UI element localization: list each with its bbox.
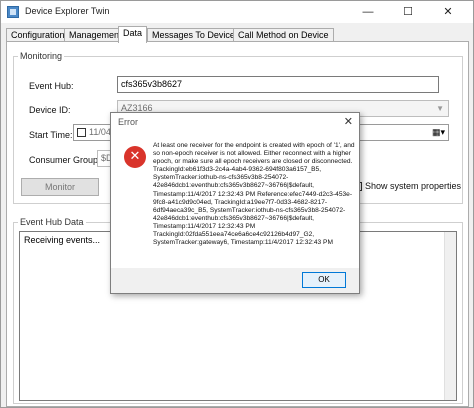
tab-call-method-on-device[interactable]: Call Method on Device [233, 28, 334, 42]
start-time-label: Start Time: [29, 130, 73, 140]
error-icon: ✕ [124, 146, 146, 168]
maximize-button[interactable]: ☐ [393, 1, 423, 23]
title-bar: Device Explorer Twin — ☐ ✕ [1, 1, 473, 23]
error-dialog: Error ✕ ✕ At least one receiver for the … [110, 112, 360, 294]
calendar-icon[interactable]: ▦▾ [432, 125, 445, 140]
event-output-text: Receiving events... [24, 235, 101, 245]
window-title: Device Explorer Twin [25, 6, 110, 16]
minimize-button[interactable]: — [353, 1, 383, 23]
event-hub-field[interactable]: cfs365v3b8627 [117, 76, 439, 93]
start-time-checkbox[interactable] [77, 128, 86, 138]
dialog-footer: OK [111, 268, 359, 293]
tab-data[interactable]: Data [118, 26, 148, 43]
app-icon [7, 6, 19, 18]
show-system-properties-option[interactable]: Show system properties [353, 181, 462, 192]
dialog-title-bar: Error ✕ [111, 113, 359, 131]
monitor-button[interactable]: Monitor [21, 178, 99, 196]
event-hub-label: Event Hub: [29, 81, 74, 91]
tab-configuration[interactable]: Configuration [6, 28, 70, 42]
event-hub-data-group-label: Event Hub Data [18, 217, 86, 227]
dialog-close-button[interactable]: ✕ [344, 115, 353, 128]
consumer-group-label: Consumer Group: [29, 155, 101, 165]
show-system-properties-label: Show system properties [365, 181, 462, 191]
monitoring-group-label: Monitoring [18, 51, 65, 61]
output-scrollbar[interactable] [444, 232, 456, 400]
error-message: At least one receiver for the endpoint i… [153, 142, 355, 247]
close-button[interactable]: ✕ [433, 1, 463, 23]
ok-button[interactable]: OK [302, 272, 346, 288]
device-id-label: Device ID: [29, 105, 71, 115]
chevron-down-icon: ▼ [436, 104, 444, 113]
dialog-title: Error [118, 117, 138, 127]
tab-messages-to-device[interactable]: Messages To Device [147, 28, 240, 42]
